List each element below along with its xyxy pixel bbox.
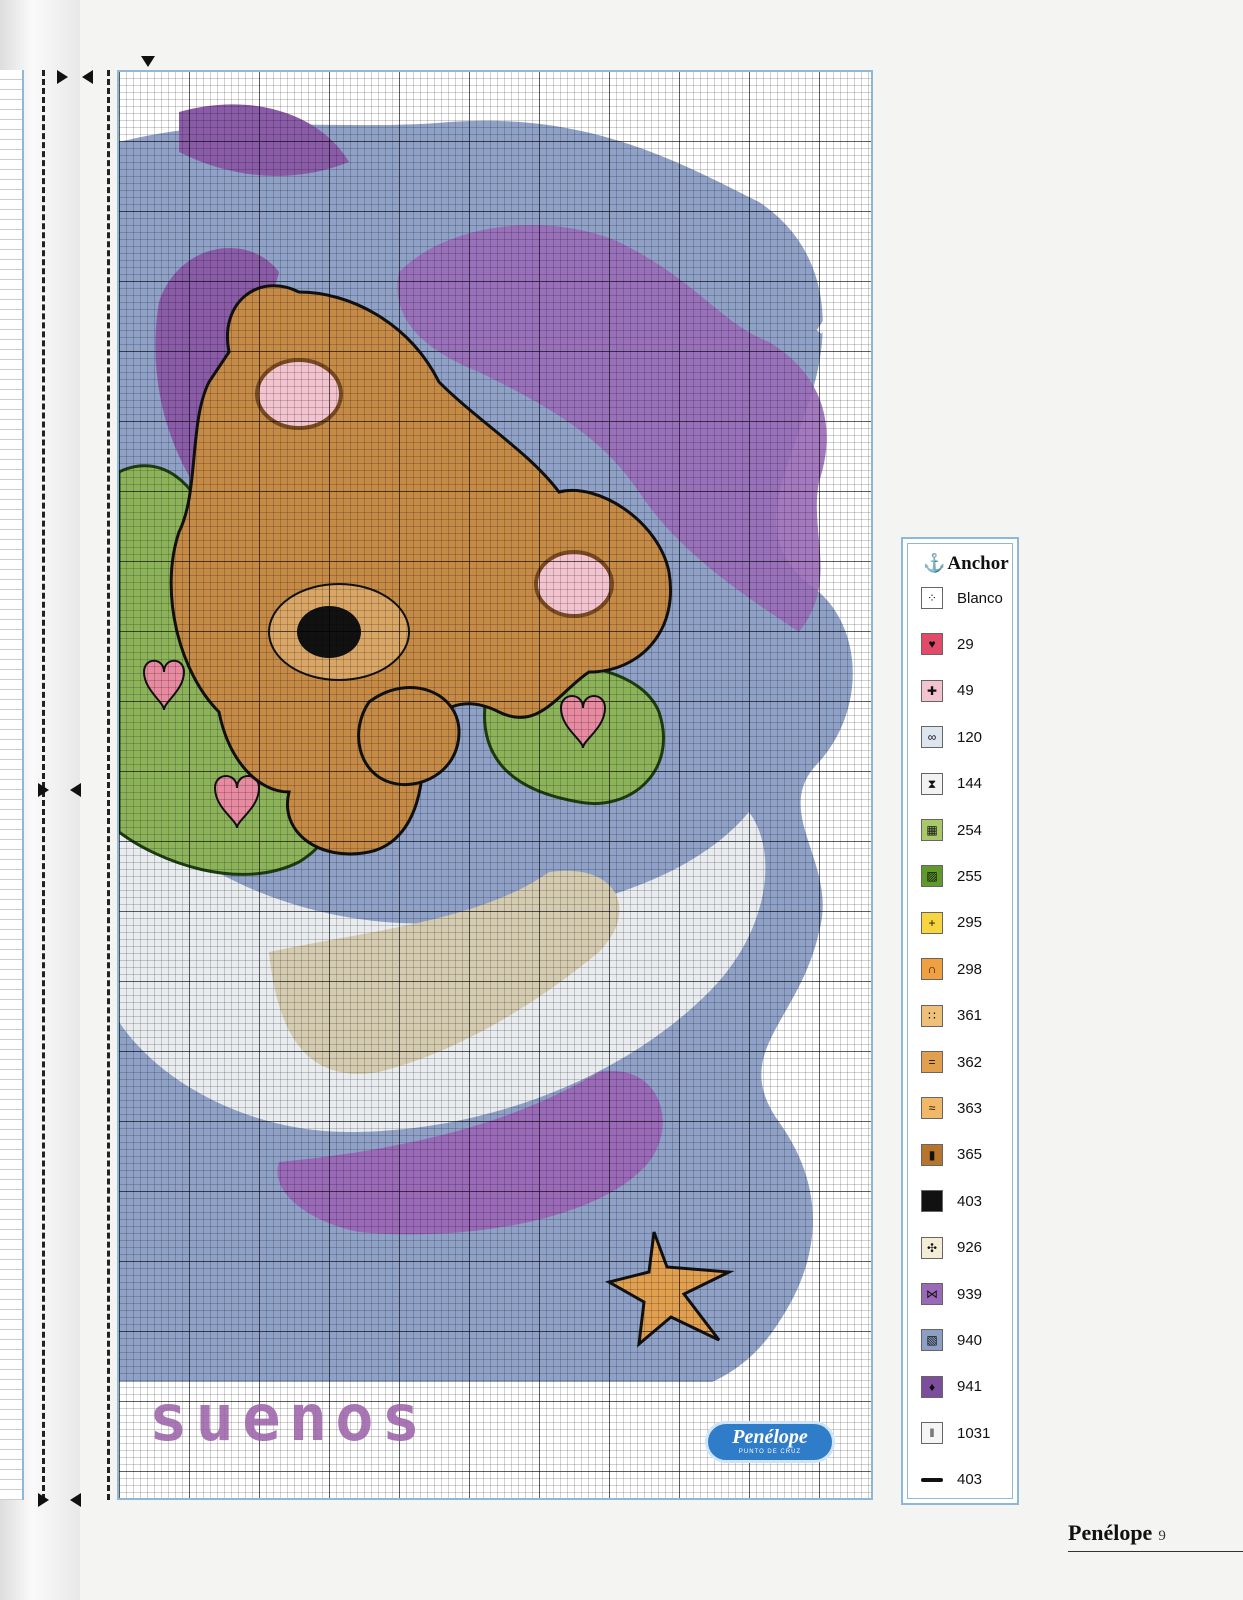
legend-swatch: ∷	[921, 1004, 943, 1027]
legend-item: ⧗ 144	[921, 772, 982, 796]
legend-swatch: ✣	[921, 1236, 943, 1259]
legend-code: 49	[957, 682, 974, 700]
bear-ear-right	[534, 550, 614, 618]
page-number: 9	[1158, 1528, 1166, 1544]
legend-item: ∩ 298	[921, 957, 982, 981]
legend-item: ∞ 120	[921, 725, 982, 749]
legend-code: 939	[957, 1285, 983, 1303]
align-marker-bottom-left	[70, 1493, 81, 1507]
align-marker-mid-left	[70, 783, 81, 797]
legend-code: 940	[957, 1331, 983, 1349]
legend-item: ∷ 361	[921, 1004, 982, 1028]
legend-swatch: ≈	[921, 1097, 943, 1120]
legend-swatch: +	[921, 911, 943, 934]
legend-item: ▦ 254	[921, 818, 982, 842]
legend-code: 365	[957, 1146, 983, 1164]
legend-item: ▨ 255	[921, 864, 982, 888]
stitched-word: suenos	[149, 1382, 429, 1456]
legend-code: 144	[957, 775, 983, 793]
legend-item: ≈363	[921, 1096, 982, 1120]
legend-swatch: ⋈	[921, 1283, 943, 1305]
legend-item: ⋈ 939	[921, 1282, 982, 1306]
legend-swatch: ⁘	[921, 587, 943, 609]
legend-code: 29	[957, 635, 974, 653]
footer-brand: Penélope	[1068, 1520, 1153, 1545]
legend-item: ▮ 365	[921, 1143, 982, 1167]
legend-code: 403	[957, 1471, 983, 1489]
cut-line-right	[107, 70, 110, 1500]
legend-code: 1031	[957, 1424, 991, 1442]
legend-item: 403	[921, 1189, 982, 1213]
bear-paw	[357, 686, 461, 787]
legend-item: 403	[921, 1468, 982, 1492]
legend-swatch: ∩	[921, 958, 943, 981]
legend-swatch	[921, 1477, 943, 1482]
legend-code: 362	[957, 1053, 983, 1071]
legend-swatch: =	[921, 1051, 943, 1073]
legend-code: 941	[957, 1378, 983, 1396]
legend-swatch	[921, 1190, 943, 1213]
legend-swatch: ∞	[921, 726, 943, 749]
legend-code: 295	[957, 914, 983, 932]
bear-nose	[297, 606, 361, 658]
previous-page-chart-edge	[0, 70, 24, 1500]
color-legend: ⚓ Anchor ⁘ Blanco ♥ 29 ✚ 49 ∞ 120 ⧗ 144 ▦ 254 ▨ 255 +29…	[901, 537, 1019, 1505]
legend-swatch: ▧	[921, 1329, 943, 1352]
align-marker-top-left	[82, 70, 93, 84]
legend-code: 254	[957, 821, 983, 839]
penelope-logo: Penélope PUNTO DE CRUZ	[705, 1421, 835, 1463]
legend-code: Blanco	[957, 589, 1003, 607]
legend-code: 403	[957, 1192, 983, 1210]
legend-item: ▧ 940	[921, 1328, 982, 1352]
legend-code: 255	[957, 867, 983, 885]
legend-item: ✣ 926	[921, 1236, 982, 1260]
legend-swatch: ⧗	[921, 772, 943, 795]
legend-item: ✚ 49	[921, 679, 974, 703]
legend-code: 298	[957, 960, 983, 978]
logo-name: Penélope	[732, 1426, 808, 1448]
bear-ear-left	[255, 358, 343, 430]
legend-code: 363	[957, 1099, 983, 1117]
legend-brand: ⚓ Anchor	[923, 553, 1009, 575]
legend-code: 926	[957, 1239, 983, 1257]
legend-item: ♥ 29	[921, 632, 974, 656]
legend-item: ⁘ Blanco	[921, 586, 1003, 610]
anchor-icon: ⚓	[923, 553, 946, 573]
legend-brand-label: Anchor	[947, 553, 1009, 574]
legend-item: ‖ 1031	[921, 1421, 990, 1445]
legend-code: 120	[957, 728, 983, 746]
legend-swatch: ♥	[921, 633, 943, 656]
logo-tagline: PUNTO DE CRUZ	[738, 1449, 802, 1455]
page-footer: Penélope 9	[1068, 1520, 1166, 1546]
chart-artwork	[119, 104, 871, 1498]
legend-code: 361	[957, 1007, 983, 1025]
legend-item: = 362	[921, 1050, 982, 1074]
footer-rule	[1068, 1551, 1243, 1552]
legend-swatch: ♦	[921, 1375, 943, 1398]
align-marker-mid-right	[38, 783, 49, 797]
legend-swatch: ▨	[921, 865, 943, 888]
legend-item: +295	[921, 911, 982, 935]
legend-swatch: ‖	[921, 1422, 943, 1445]
align-marker-bottom-right	[38, 1493, 49, 1507]
legend-item: ♦ 941	[921, 1375, 982, 1399]
legend-swatch: ▮	[921, 1143, 943, 1166]
legend-swatch: ✚	[921, 679, 943, 702]
cross-stitch-chart: suenos Penélope PUNTO DE CRUZ	[117, 70, 873, 1500]
legend-swatch: ▦	[921, 819, 943, 841]
align-marker-top-right	[57, 70, 68, 84]
align-marker-top-down	[141, 56, 155, 67]
